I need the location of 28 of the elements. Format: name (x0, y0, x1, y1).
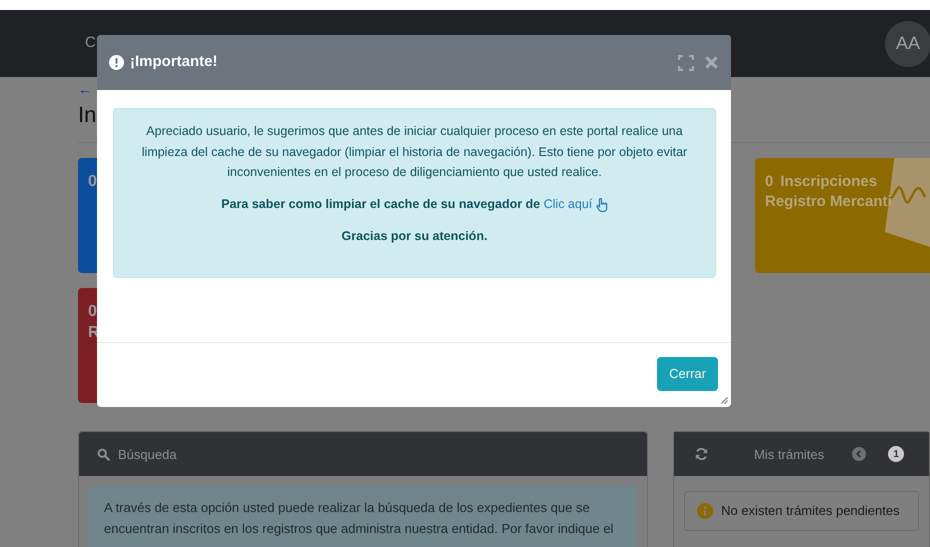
empty-message: No existen trámites pendientes (721, 502, 900, 520)
card-count: 0 (88, 173, 97, 190)
pointer-hand-icon (596, 198, 608, 212)
help-link[interactable]: Clic aquí (544, 196, 592, 211)
panel-title: Búsqueda (118, 446, 177, 464)
page-number[interactable]: 1 (888, 446, 904, 462)
thanks-text: Gracias por su atención. (340, 228, 488, 245)
card-count: 0 (765, 173, 774, 190)
refresh-icon[interactable] (694, 447, 710, 462)
previous-icon[interactable] (852, 447, 866, 462)
modal-title: ¡Importante! (130, 52, 218, 72)
info-text: A través de esta opción usted puede realizar la búsqueda de los expedientes que se encuentran inscritos en los registros que administra nuestra entidad. Por favor indique el (88, 486, 638, 547)
resize-grip-icon[interactable] (721, 397, 728, 404)
notice-text: Apreciado usuario, le sugerimos que antes de iniciar cualquier proceso en este portal realice una limpieza del cache de su navegador (limpiar el historia de navegación). Esto tiene por objeto evitar inconvenientes en el proceso de diligenciamiento que usted realice. (140, 123, 688, 182)
info-icon (697, 503, 714, 520)
card-label: Registro Mercanti (765, 192, 892, 210)
exclamation-icon (109, 55, 124, 70)
card-label: Inscripciones (780, 173, 878, 190)
maximize-icon[interactable] (678, 54, 694, 70)
instruction-text: Para saber como limpiar el cache de su navegador de (221, 196, 540, 211)
page-title: In (78, 102, 96, 127)
search-icon (97, 448, 110, 461)
close-icon[interactable] (704, 55, 719, 70)
panel-title: Mis trámites (754, 446, 824, 464)
close-button[interactable]: Cerrar (657, 357, 718, 391)
navbar-brand[interactable]: C (85, 32, 96, 55)
user-avatar[interactable]: AA (885, 20, 930, 66)
card-count: 0 (88, 303, 97, 320)
